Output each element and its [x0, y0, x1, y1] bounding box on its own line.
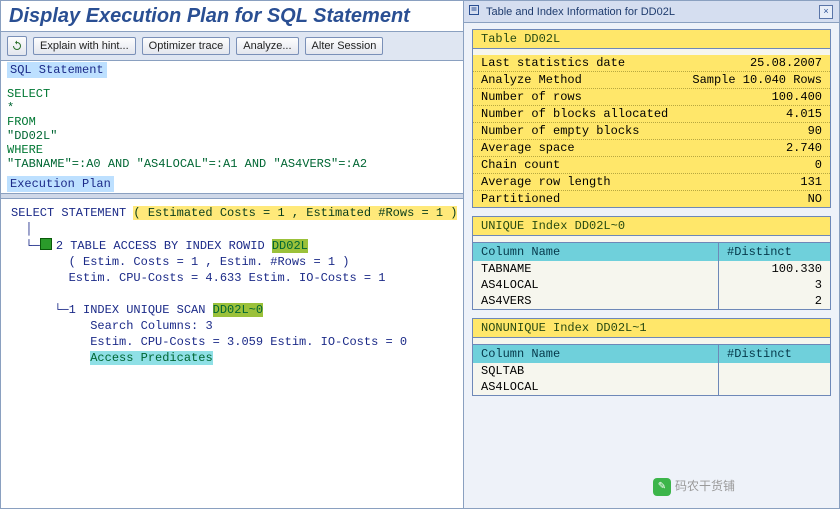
index-0-col1: Column Name [473, 243, 719, 261]
plan-node-2-object: DD02L~0 [213, 303, 263, 317]
stat-label: Average row length [481, 175, 611, 189]
table-stats-row: Partitioned NO [473, 191, 830, 207]
index-1-col2: #Distinct [719, 345, 830, 363]
table-stats-card: Table DD02L Last statistics date 25.08.20… [472, 29, 831, 208]
index-col-name: AS4LOCAL [473, 379, 719, 395]
sql-line: FROM [7, 115, 457, 129]
tree-node-icon [40, 238, 52, 250]
stat-label: Partitioned [481, 192, 560, 206]
index-0-col2: #Distinct [719, 243, 830, 261]
table-stats-row: Last statistics date 25.08.2007 [473, 55, 830, 72]
plan-access-predicates[interactable]: Access Predicates [90, 351, 212, 365]
stat-label: Number of blocks allocated [481, 107, 668, 121]
stat-label: Chain count [481, 158, 560, 172]
plan-node-1: 2 TABLE ACCESS BY INDEX ROWID [56, 239, 265, 253]
sql-line: "DD02L" [7, 129, 457, 143]
sql-line: SELECT [7, 87, 457, 101]
explain-with-hint-button[interactable]: Explain with hint... [33, 37, 136, 55]
plan-node-1-line: ( Estim. Costs = 1 , Estim. #Rows = 1 ) [69, 255, 350, 269]
table-stats-row: Average row length 131 [473, 174, 830, 191]
index-col-distinct: 3 [719, 277, 830, 293]
index-col-name: SQLTAB [473, 363, 719, 379]
sql-section-label: SQL Statement [7, 62, 107, 78]
index-1-col1: Column Name [473, 345, 719, 363]
refresh-icon[interactable] [7, 36, 27, 56]
stat-value: 25.08.2007 [750, 56, 822, 70]
right-panel-body: Table DD02L Last statistics date 25.08.20… [464, 23, 839, 404]
stat-value: 100.400 [772, 90, 822, 104]
right-panel-titlebar: Table and Index Information for DD02L × [464, 1, 839, 23]
index-col-distinct: 100.330 [719, 261, 830, 277]
right-panel: Table and Index Information for DD02L × … [463, 1, 839, 508]
table-stats-row: Number of blocks allocated 4.015 [473, 106, 830, 123]
index-row: AS4LOCAL [473, 379, 830, 395]
index-col-distinct: 2 [719, 293, 830, 309]
table-stats-rows: Last statistics date 25.08.2007 Analyze Me… [473, 55, 830, 207]
plan-node-1-object: DD02L [272, 239, 308, 253]
watermark: ✎码农干货铺 [653, 477, 735, 496]
sql-line: * [7, 101, 457, 115]
index-1-card: NONUNIQUE Index DD02L~1 Column Name #Dis… [472, 318, 831, 396]
index-col-name: AS4VERS [473, 293, 719, 309]
app-root: Display Execution Plan for SQL Statement… [0, 0, 840, 509]
table-stats-row: Average space 2.740 [473, 140, 830, 157]
index-1-header: Column Name #Distinct [473, 344, 830, 363]
sql-section: SQL Statement SELECT * FROM "DD02L" WHER… [1, 61, 463, 193]
plan-root-estimate: ( Estimated Costs = 1 , Estimated #Rows … [133, 206, 457, 220]
stat-value: 4.015 [786, 107, 822, 121]
watermark-icon: ✎ [653, 478, 671, 496]
alter-session-button[interactable]: Alter Session [305, 37, 384, 55]
table-stats-title: Table DD02L [473, 30, 830, 49]
stat-value: Sample 10.040 Rows [692, 73, 822, 87]
stat-label: Number of empty blocks [481, 124, 639, 138]
index-0-header: Column Name #Distinct [473, 242, 830, 261]
index-col-distinct [719, 379, 830, 395]
plan-node-2-line: Search Columns: 3 [90, 319, 212, 333]
table-stats-row: Analyze Method Sample 10.040 Rows [473, 72, 830, 89]
right-panel-title: Table and Index Information for DD02L [486, 6, 675, 18]
stat-label: Number of rows [481, 90, 582, 104]
stat-value: NO [808, 192, 822, 206]
index-1-title: NONUNIQUE Index DD02L~1 [473, 319, 830, 338]
optimizer-trace-button[interactable]: Optimizer trace [142, 37, 231, 55]
index-col-name: TABNAME [473, 261, 719, 277]
stat-value: 2.740 [786, 141, 822, 155]
index-row: AS4LOCAL3 [473, 277, 830, 293]
index-0-title: UNIQUE Index DD02L~0 [473, 217, 830, 236]
analyze-button[interactable]: Analyze... [236, 37, 298, 55]
page-title: Display Execution Plan for SQL Statement [1, 1, 463, 32]
index-col-distinct [719, 363, 830, 379]
index-row: TABNAME100.330 [473, 261, 830, 277]
plan-node-2: 1 INDEX UNIQUE SCAN [69, 303, 206, 317]
stat-value: 90 [808, 124, 822, 138]
stat-label: Analyze Method [481, 73, 582, 87]
info-icon [468, 4, 480, 19]
index-0-card: UNIQUE Index DD02L~0 Column Name #Distin… [472, 216, 831, 310]
stat-label: Last statistics date [481, 56, 625, 70]
left-panel: Display Execution Plan for SQL Statement… [1, 1, 463, 508]
table-stats-row: Number of rows 100.400 [473, 89, 830, 106]
table-stats-row: Number of empty blocks 90 [473, 123, 830, 140]
index-col-name: AS4LOCAL [473, 277, 719, 293]
index-row: SQLTAB [473, 363, 830, 379]
stat-label: Average space [481, 141, 575, 155]
plan-node-2-line: Estim. CPU-Costs = 3.059 Estim. IO-Costs… [90, 335, 407, 349]
plan-node-1-line: Estim. CPU-Costs = 4.633 Estim. IO-Costs… [69, 271, 386, 285]
plan-section-label: Execution Plan [7, 176, 114, 192]
table-stats-row: Chain count 0 [473, 157, 830, 174]
sql-line: "TABNAME"=:A0 AND "AS4LOCAL"=:A1 AND "AS… [7, 157, 457, 171]
close-icon[interactable]: × [819, 5, 833, 19]
toolbar: Explain with hint... Optimizer trace Ana… [1, 32, 463, 61]
stat-value: 0 [815, 158, 822, 172]
plan-root-label: SELECT STATEMENT [11, 206, 126, 220]
index-row: AS4VERS2 [473, 293, 830, 309]
execution-plan-tree: SELECT STATEMENT ( Estimated Costs = 1 ,… [1, 199, 463, 372]
stat-value: 131 [800, 175, 822, 189]
sql-line: WHERE [7, 143, 457, 157]
